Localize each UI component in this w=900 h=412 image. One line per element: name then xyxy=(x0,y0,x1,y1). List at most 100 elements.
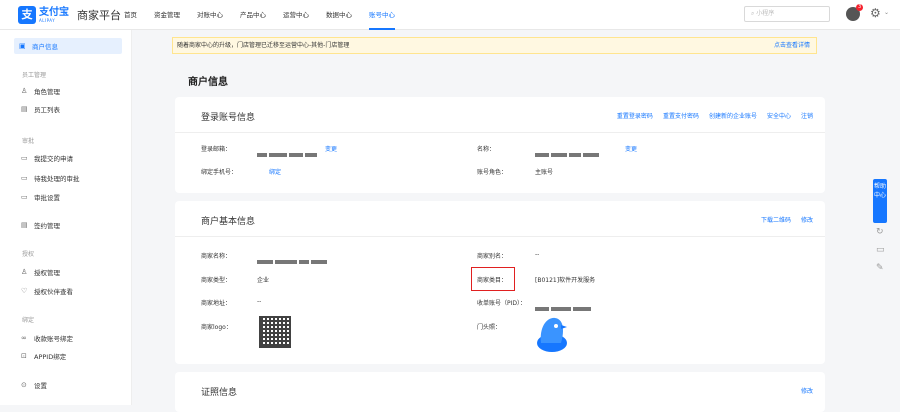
alipay-logo-icon: 支 xyxy=(18,6,36,24)
reset-login-password-link[interactable]: 重置登录密码 xyxy=(617,111,653,120)
search-input[interactable]: ⌕ 小程序 xyxy=(744,6,830,22)
sidebar-item-pending[interactable]: ▭ 待我处理的审批 xyxy=(16,170,122,186)
link-icon: ∞ xyxy=(21,334,27,342)
address-label: 商家地址： xyxy=(201,300,232,307)
chevron-down-icon[interactable]: ⌄ xyxy=(884,9,889,16)
notification-badge: 3 xyxy=(856,4,864,11)
type-value: 企业 xyxy=(257,277,270,284)
sidebar-item-auth-manage[interactable]: ♙ 授权管理 xyxy=(16,264,122,280)
sidebar-group-staff: 员工管理 xyxy=(22,72,47,79)
sidebar-item-label: 待我处理的审批 xyxy=(34,175,80,183)
refresh-icon[interactable]: ↻ xyxy=(876,227,884,237)
inbox-icon: ▭ xyxy=(21,174,28,182)
page-title: 商户信息 xyxy=(188,77,228,88)
contract-icon: ▤ xyxy=(21,221,28,229)
card-title: 登录账号信息 xyxy=(201,113,256,123)
merchant-qrcode xyxy=(259,316,291,348)
sidebar-item-contracts[interactable]: ▤ 签约管理 xyxy=(16,217,122,233)
masked-email xyxy=(257,144,319,157)
sidebar-item-approval-settings[interactable]: ▭ 审批设置 xyxy=(16,189,122,205)
deregister-link[interactable]: 注销 xyxy=(801,111,813,120)
alias-label: 商家别名： xyxy=(477,253,508,260)
pid-label: 收单账号（PID）： xyxy=(477,300,527,307)
sidebar-item-label: 收款账号绑定 xyxy=(34,335,73,343)
nav-account[interactable]: 账号中心 xyxy=(369,0,395,30)
alipay-logo[interactable]: 支 支付宝 ALIPAY 商家平台 xyxy=(18,6,121,24)
gear-icon: ⊙ xyxy=(21,381,27,389)
edit-link[interactable]: 修改 xyxy=(801,215,813,224)
top-nav: 首页 资金管理 对账中心 产品中心 运营中心 数据中心 账号中心 xyxy=(124,0,412,30)
sidebar-item-auth-partners[interactable]: ♡ 授权伙伴查看 xyxy=(16,283,122,299)
sidebar-item-label: 角色管理 xyxy=(34,88,60,96)
masked-name xyxy=(535,144,601,157)
sidebar-item-label: 商户信息 xyxy=(32,43,58,51)
sidebar-item-label: 员工列表 xyxy=(34,106,60,114)
nav-home[interactable]: 首页 xyxy=(124,0,137,30)
sidebar-item-label: 签约管理 xyxy=(34,222,60,230)
highlight-box xyxy=(471,267,515,291)
logo-label: 商家logo： xyxy=(201,324,232,331)
user-icon: ♙ xyxy=(21,268,28,276)
phone-label: 绑定手机号： xyxy=(201,169,238,176)
certificate-card: 证照信息 修改 xyxy=(175,372,825,412)
settings-icon: ▭ xyxy=(21,193,28,201)
security-center-link[interactable]: 安全中心 xyxy=(767,111,791,120)
sidebar-item-merchant-info[interactable]: ▣ 商户信息 xyxy=(14,38,122,54)
list-icon: ▤ xyxy=(21,105,28,113)
sidebar-item-my-requests[interactable]: ▭ 我提交的申请 xyxy=(16,150,122,166)
sidebar-item-appid-binding[interactable]: ⊡ APPID绑定 xyxy=(16,348,122,364)
type-label: 商家类型： xyxy=(201,277,232,284)
notice-text: 随着商家中心的升级，门店管理已迁移至运营中心-其他-门店管理 xyxy=(177,42,350,49)
merchant-icon: ▣ xyxy=(19,42,26,50)
alias-value: -- xyxy=(535,251,540,258)
reset-pay-password-link[interactable]: 重置支付密码 xyxy=(663,111,699,120)
edit-link[interactable]: 修改 xyxy=(801,386,813,395)
sidebar-group-auth: 授权 xyxy=(22,251,35,258)
name-change-link[interactable]: 变更 xyxy=(625,144,637,153)
settings-icon[interactable]: ⚙ xyxy=(870,6,881,20)
email-change-link[interactable]: 变更 xyxy=(325,144,337,153)
sidebar-item-account-binding[interactable]: ∞ 收款账号绑定 xyxy=(16,330,122,346)
sidebar-item-roles[interactable]: ♙ 角色管理 xyxy=(16,83,122,99)
sidebar-item-label: APPID绑定 xyxy=(34,353,67,361)
nav-funds[interactable]: 资金管理 xyxy=(154,0,180,30)
role-value: 主账号 xyxy=(535,169,554,176)
notice-banner: 随着商家中心的升级，门店管理已迁移至运营中心-其他-门店管理 点击查看详情 xyxy=(172,37,817,54)
email-label: 登录邮箱： xyxy=(201,146,232,153)
sidebar: ▣ 商户信息 员工管理 ♙ 角色管理 ▤ 员工列表 审批 ▭ 我提交的申请 ▭ 待我处理的… xyxy=(0,30,132,405)
login-account-card: 登录账号信息 重置登录密码 重置支付密码 创建新的企业账号 安全中心 注销 登录… xyxy=(175,97,825,193)
nav-operations[interactable]: 运营中心 xyxy=(283,0,309,30)
sidebar-item-label: 我提交的申请 xyxy=(34,155,73,163)
edit-icon[interactable]: ✎ xyxy=(876,263,884,273)
sidebar-item-label: 设置 xyxy=(34,382,47,390)
sidebar-item-label: 审批设置 xyxy=(34,194,60,202)
heart-icon: ♡ xyxy=(21,287,28,295)
masked-pid xyxy=(535,298,593,311)
nav-products[interactable]: 产品中心 xyxy=(240,0,266,30)
sidebar-item-label: 授权伙伴查看 xyxy=(34,288,73,296)
search-placeholder: 小程序 xyxy=(756,10,775,17)
create-enterprise-account-link[interactable]: 创建新的企业账号 xyxy=(709,111,757,120)
phone-bind-link[interactable]: 绑定 xyxy=(269,167,281,176)
role-icon: ♙ xyxy=(21,87,28,95)
role-label: 账号角色： xyxy=(477,169,508,176)
sidebar-item-settings[interactable]: ⊙ 设置 xyxy=(16,377,122,393)
logo-en-text: ALIPAY xyxy=(39,17,56,23)
sidebar-group-approval: 审批 xyxy=(22,138,35,145)
logo-cn-text: 支付宝 xyxy=(39,6,69,18)
help-center-button[interactable]: 帮助中心 xyxy=(873,179,887,223)
nav-reconciliation[interactable]: 对账中心 xyxy=(197,0,223,30)
card-title: 证照信息 xyxy=(201,388,238,398)
sidebar-item-staff-list[interactable]: ▤ 员工列表 xyxy=(16,101,122,117)
card-title: 商户基本信息 xyxy=(201,217,256,227)
sidebar-group-binding: 绑定 xyxy=(22,317,35,324)
notice-detail-link[interactable]: 点击查看详情 xyxy=(774,38,810,53)
message-icon[interactable]: ▭ xyxy=(876,245,885,255)
name-label: 名称： xyxy=(477,146,496,153)
merchant-name-label: 商家名称： xyxy=(201,253,232,260)
download-qrcode-link[interactable]: 下载二维码 xyxy=(761,215,791,224)
sidebar-item-label: 授权管理 xyxy=(34,269,60,277)
nav-data[interactable]: 数据中心 xyxy=(326,0,352,30)
door-photo-label: 门头照： xyxy=(477,324,502,331)
platform-title: 商家平台 xyxy=(77,9,121,22)
